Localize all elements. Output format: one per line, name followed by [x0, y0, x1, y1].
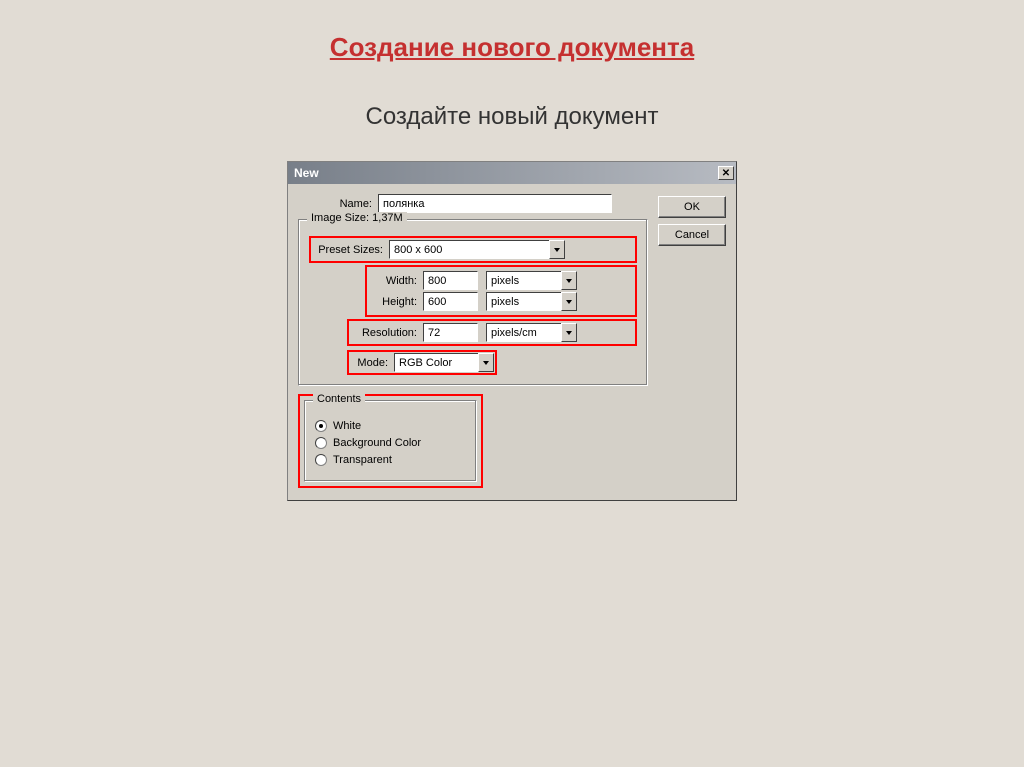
- chevron-down-icon: [483, 361, 489, 365]
- radio-white-label: White: [333, 420, 361, 432]
- resolution-label: Resolution:: [351, 327, 417, 339]
- close-icon: ✕: [722, 168, 730, 179]
- mode-combo[interactable]: [394, 353, 494, 372]
- height-unit-dropdown-button[interactable]: [561, 292, 577, 311]
- resolution-input[interactable]: [423, 323, 478, 342]
- chevron-down-icon: [554, 248, 560, 252]
- radio-background-color[interactable]: Background Color: [315, 437, 466, 449]
- radio-transparent-label: Transparent: [333, 454, 392, 466]
- mode-dropdown-button[interactable]: [478, 353, 494, 372]
- ok-button[interactable]: OK: [658, 196, 726, 218]
- width-unit-dropdown-button[interactable]: [561, 271, 577, 290]
- height-label: Height:: [369, 296, 417, 308]
- height-unit-combo[interactable]: [486, 292, 577, 311]
- preset-value[interactable]: [389, 240, 549, 259]
- contents-group-title: Contents: [313, 393, 365, 405]
- chevron-down-icon: [566, 300, 572, 304]
- image-size-group: Image Size: 1,37M Preset Sizes:: [298, 219, 648, 386]
- name-label: Name:: [328, 198, 372, 210]
- resolution-unit-value[interactable]: [486, 323, 561, 342]
- height-unit-value[interactable]: [486, 292, 561, 311]
- width-unit-value[interactable]: [486, 271, 561, 290]
- width-unit-combo[interactable]: [486, 271, 577, 290]
- page-subtitle: Создайте новый документ: [0, 63, 1024, 131]
- dialog-title: New: [294, 166, 319, 180]
- radio-white[interactable]: White: [315, 420, 466, 432]
- radio-icon: [315, 420, 327, 432]
- cancel-button[interactable]: Cancel: [658, 224, 726, 246]
- preset-combo[interactable]: [389, 240, 565, 259]
- resolution-unit-dropdown-button[interactable]: [561, 323, 577, 342]
- page-title: Создание нового документа: [0, 0, 1024, 63]
- image-size-group-title: Image Size: 1,37M: [307, 212, 407, 224]
- radio-icon: [315, 454, 327, 466]
- mode-label: Mode:: [350, 357, 388, 369]
- radio-icon: [315, 437, 327, 449]
- contents-group: Contents White Background Color Transpar…: [304, 400, 477, 482]
- radio-bg-label: Background Color: [333, 437, 421, 449]
- width-label: Width:: [369, 275, 417, 287]
- width-input[interactable]: [423, 271, 478, 290]
- height-input[interactable]: [423, 292, 478, 311]
- radio-transparent[interactable]: Transparent: [315, 454, 466, 466]
- chevron-down-icon: [566, 279, 572, 283]
- name-input[interactable]: [378, 194, 612, 213]
- dialog-titlebar: New ✕: [288, 162, 736, 184]
- new-document-dialog: New ✕ Name: Image Size: 1,37M Pres: [287, 161, 737, 501]
- mode-value[interactable]: [394, 353, 478, 372]
- preset-dropdown-button[interactable]: [549, 240, 565, 259]
- chevron-down-icon: [566, 331, 572, 335]
- close-button[interactable]: ✕: [718, 166, 734, 180]
- preset-label: Preset Sizes:: [313, 244, 383, 256]
- resolution-unit-combo[interactable]: [486, 323, 577, 342]
